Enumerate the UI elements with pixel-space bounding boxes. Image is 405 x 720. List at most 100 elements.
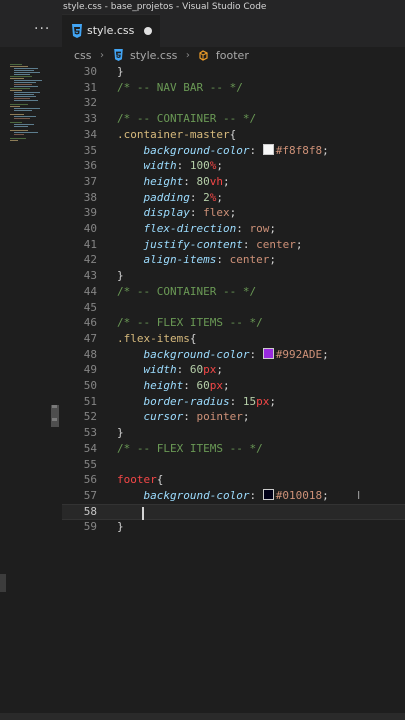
code-line[interactable]: 48 background-color: #992ADE;	[62, 347, 405, 363]
punctuation: ;	[216, 363, 223, 377]
chevron-right-icon: ›	[185, 50, 190, 61]
code-line[interactable]: 38 padding: 2%;	[62, 190, 405, 206]
minimap[interactable]	[0, 63, 52, 713]
color-swatch[interactable]	[262, 143, 274, 155]
line-number: 56	[83, 473, 97, 487]
code-line[interactable]: 50 height: 60px;	[62, 378, 405, 394]
code-line[interactable]: 51 border-radius: 15px;	[62, 394, 405, 410]
code-line[interactable]: 42 align-items: center;	[62, 252, 405, 268]
code-line[interactable]: 49 width: 60px;	[62, 362, 405, 378]
code-line[interactable]: 40 flex-direction: row;	[62, 221, 405, 237]
code-line[interactable]: 46 /* -- FLEX ITEMS -- */	[62, 315, 405, 331]
line-code: /* -- CONTAINER -- */	[117, 284, 256, 300]
line-code: cursor: pointer;	[117, 409, 250, 425]
code-editor[interactable]: 30} 31/* -- NAV BAR -- */32 33/* -- CONTAI…	[62, 64, 405, 714]
css-value: center	[229, 253, 270, 267]
code-line[interactable]: 59}	[62, 519, 405, 535]
code-line[interactable]: 32	[62, 95, 405, 111]
code-comment: /* -- CONTAINER -- */	[117, 112, 257, 126]
line-number: 39	[83, 206, 97, 220]
text-cursor-ibeam-icon: I	[357, 489, 361, 502]
code-line[interactable]: 54 /* -- FLEX ITEMS -- */	[62, 441, 405, 457]
line-number: 59	[83, 520, 97, 534]
css-unit: px	[203, 363, 217, 377]
punctuation: ;	[223, 379, 230, 392]
more-actions-button[interactable]: ···	[34, 21, 50, 39]
scroll-marker	[52, 405, 57, 408]
line-number: 47	[83, 331, 97, 345]
css-value: center	[256, 237, 296, 251]
punctuation: :	[183, 379, 197, 392]
punctuation: :	[236, 222, 250, 235]
punctuation: :	[176, 159, 190, 173]
line-code: /* -- FLEX ITEMS -- */	[117, 315, 263, 331]
line-code: }	[117, 268, 124, 284]
unsaved-dot-icon[interactable]	[144, 27, 152, 35]
css-unit: px	[256, 394, 270, 408]
tab-style-css[interactable]: style.css	[62, 14, 160, 48]
css-number: 60	[189, 363, 204, 377]
code-line[interactable]: 31 /* -- NAV BAR -- */	[62, 80, 405, 96]
code-comment: /* -- FLEX ITEMS -- */	[117, 441, 263, 455]
window-title: style.css - base_projetos - Visual Studi…	[63, 2, 267, 12]
breadcrumb-item-css[interactable]: css	[74, 47, 92, 64]
code-line[interactable]: 53}	[62, 425, 405, 441]
code-line[interactable]: 56 footer{	[62, 472, 405, 488]
code-line[interactable]: 58	[62, 503, 405, 520]
line-number: 49	[83, 363, 97, 377]
line-code: flex-direction: row;	[117, 221, 276, 237]
code-line[interactable]: 41 justify-content: center;	[62, 237, 405, 253]
line-code: footer{	[117, 472, 163, 488]
color-swatch[interactable]	[262, 347, 274, 359]
breadcrumb-item-footer[interactable]: footer	[216, 47, 249, 64]
css-value: row	[249, 222, 270, 235]
css-value: flex	[203, 206, 230, 220]
line-number: 41	[83, 237, 97, 251]
minimap-slider[interactable]	[51, 405, 59, 427]
code-comment: /* -- CONTAINER -- */	[117, 284, 257, 298]
css-property: background-color	[143, 488, 250, 502]
code-line[interactable]: 45	[62, 300, 405, 316]
css-property: padding	[143, 190, 190, 204]
punctuation: }	[117, 426, 124, 440]
tab-label: style.css	[87, 24, 135, 37]
line-number: 43	[83, 269, 97, 283]
punctuation: :	[249, 347, 263, 361]
code-line[interactable]: 33 /* -- CONTAINER -- */	[62, 111, 405, 127]
code-line[interactable]: 52 cursor: pointer;	[62, 409, 405, 425]
code-line[interactable]: 44 /* -- CONTAINER -- */	[62, 284, 405, 300]
code-line[interactable]: 34 .container-master{	[62, 127, 405, 143]
punctuation: {	[229, 127, 237, 141]
code-line[interactable]: 47 .flex-items{	[62, 331, 405, 347]
code-line[interactable]: 36 width: 100%;	[62, 158, 405, 174]
line-number: 53	[83, 426, 97, 440]
code-line[interactable]: 37 height: 80vh;	[62, 174, 405, 190]
breadcrumb-item-style-css[interactable]: style.css	[130, 47, 177, 64]
line-code: align-items: center;	[117, 252, 276, 268]
line-code: height: 80vh;	[117, 174, 230, 190]
color-swatch[interactable]	[262, 488, 274, 500]
line-code: /* -- CONTAINER -- */	[117, 111, 256, 127]
code-line[interactable]: 43}	[62, 268, 405, 284]
punctuation: ;	[216, 190, 223, 204]
punctuation: ;	[229, 206, 237, 220]
code-line[interactable]: 39 display: flex;	[62, 205, 405, 221]
css-number: 80	[196, 174, 210, 188]
punctuation: {	[156, 473, 164, 487]
line-number: 44	[83, 284, 97, 298]
code-line[interactable]: 30}	[62, 64, 405, 80]
css-number: 60	[196, 379, 210, 392]
line-number: 50	[83, 379, 97, 392]
code-line[interactable]: 55	[62, 457, 405, 473]
sidebar-indicator	[0, 574, 6, 592]
code-line[interactable]: 35 background-color: #f8f8f8;	[62, 143, 405, 159]
code-line[interactable]: 57 background-color: #010018;	[62, 488, 405, 504]
css-unit: footer	[117, 473, 157, 487]
punctuation: :	[249, 488, 263, 502]
